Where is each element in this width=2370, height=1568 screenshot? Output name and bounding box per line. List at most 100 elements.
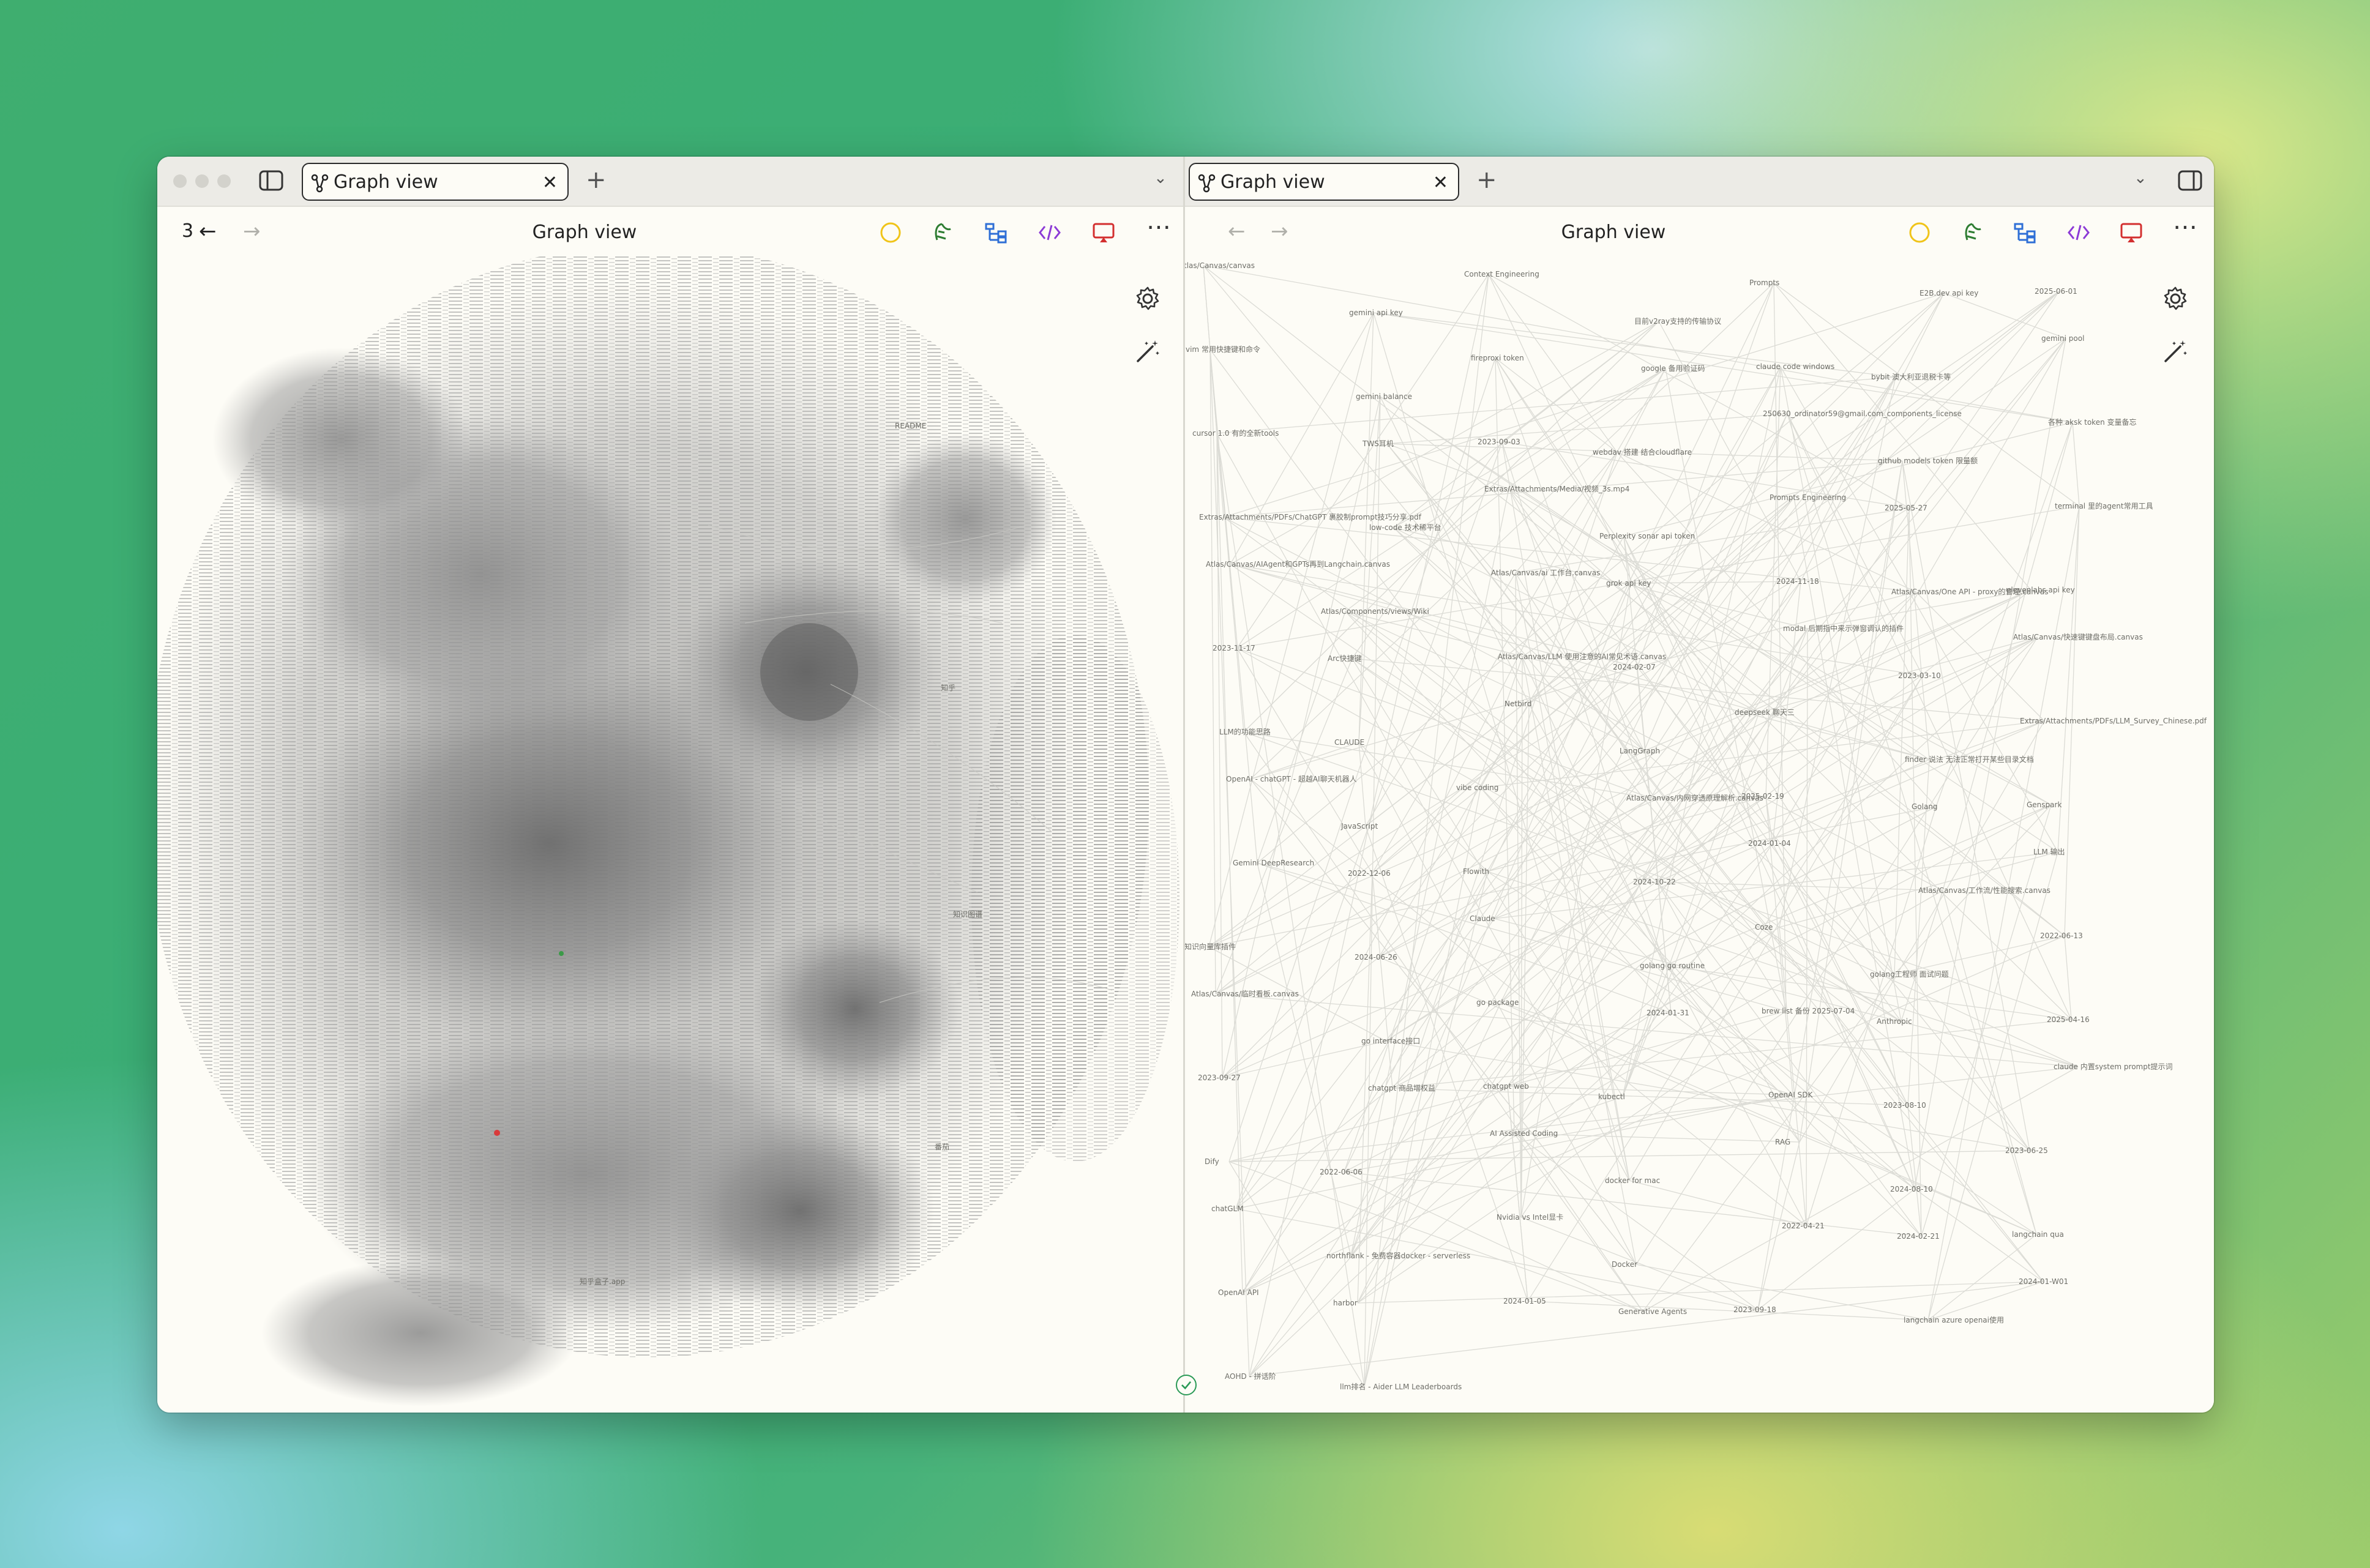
leaf-icon[interactable] — [930, 220, 954, 245]
graph-node-label[interactable]: JavaScript — [1340, 822, 1378, 831]
new-tab-button[interactable]: + — [586, 166, 607, 193]
sync-check-icon[interactable] — [1176, 1375, 1197, 1395]
graph-node-label[interactable]: 2023-09-27 — [1198, 1073, 1241, 1082]
graph-node-label[interactable]: bybit 澳大利亚退税卡等 — [1871, 373, 1951, 381]
graph-node-label[interactable]: OpenAI API — [1218, 1288, 1259, 1297]
graph-node-label[interactable]: OpenAI SDK — [1768, 1091, 1813, 1099]
magic-wand-icon[interactable] — [1134, 338, 1161, 365]
graph-node-label[interactable]: cursor 1.0 有的全新tools — [1192, 428, 1279, 438]
graph-node-label[interactable]: langchain qua — [2012, 1230, 2064, 1239]
graph-node-label[interactable]: 2024-02-07 — [1613, 663, 1656, 671]
graph-node-label[interactable]: claude code windows — [1756, 362, 1834, 371]
graph-node-label[interactable]: 2022-12-06 — [1348, 869, 1391, 878]
graph-node-label[interactable]: 2025-06-01 — [2035, 287, 2077, 296]
graph-node-label[interactable]: Genspark — [2027, 801, 2062, 809]
sun-icon[interactable] — [878, 220, 903, 245]
graph-node-label[interactable]: 2024-11-18 — [1776, 577, 1819, 586]
graph-node-label[interactable]: AOHD - 拼话阶 — [1225, 1372, 1276, 1381]
graph-node-label[interactable]: 2025-05-27 — [1885, 504, 1927, 512]
graph-node-label[interactable]: Golang — [1912, 802, 1938, 811]
graph-node-label[interactable]: AI Assisted Coding — [1490, 1129, 1558, 1138]
graph-node-label[interactable]: kubectl — [1598, 1092, 1625, 1101]
graph-node-label[interactable]: 2024-01-31 — [1647, 1009, 1689, 1017]
sun-icon[interactable] — [1907, 220, 1932, 245]
graph-node-label[interactable]: northflank - 免费容器docker - serverless — [1326, 1251, 1470, 1260]
graph-node-label[interactable]: 2024-01-05 — [1503, 1297, 1546, 1305]
graph-node-label[interactable]: RAG — [1775, 1138, 1790, 1146]
window-minimize-dot[interactable] — [195, 174, 209, 188]
graph-node-label[interactable]: webdav 搭建 结合cloudflare — [1593, 447, 1692, 457]
graph-node-label[interactable]: 2023-06-25 — [2005, 1146, 2048, 1155]
graph-node-label[interactable]: README — [895, 422, 926, 430]
graph-node-label[interactable]: low-code 技术稀平台 — [1369, 523, 1441, 532]
graph-node-label[interactable]: LLM的功能思路 — [1219, 727, 1271, 736]
graph-node-label[interactable]: Generative Agents — [1618, 1307, 1687, 1316]
graph-node-label[interactable]: 2024-02-21 — [1897, 1232, 1940, 1241]
graph-node-label[interactable]: elevenlabs api key — [2006, 586, 2075, 594]
graph-node-label[interactable]: brew list 备份 2025-07-04 — [1762, 1007, 1855, 1015]
graph-node-label[interactable]: Arc快捷键 — [1328, 654, 1361, 663]
graph-node-label[interactable]: 2024-01-04 — [1748, 839, 1791, 848]
graph-node-label[interactable]: chatgpt 商品增权益 — [1368, 1083, 1435, 1092]
graph-node-label[interactable]: CLAUDE — [1334, 738, 1364, 747]
graph-node-label[interactable]: 知乎 — [941, 684, 955, 692]
graph-node-label[interactable]: gemini api key — [1349, 308, 1403, 317]
tree-icon[interactable] — [984, 220, 1008, 245]
graph-node-label[interactable]: Prompts — [1749, 278, 1779, 287]
graph-node-label[interactable]: 2023-09-03 — [1478, 438, 1520, 446]
graph-node-label[interactable]: llm排名 - Aider LLM Leaderboards — [1340, 1382, 1462, 1391]
graph-node-label[interactable]: chatgpt web — [1483, 1082, 1529, 1091]
code-icon[interactable] — [1037, 220, 1062, 245]
graph-node-label[interactable]: 各种 aksk token 变量备忘 — [2048, 417, 2137, 427]
graph-node-label[interactable]: grok api key — [1606, 579, 1651, 588]
graph-node-label[interactable]: Flowith — [1463, 867, 1489, 876]
right-sidebar-toggle-icon[interactable] — [2178, 170, 2202, 191]
graph-node-label[interactable]: 2025-04-16 — [2047, 1015, 2090, 1024]
code-icon[interactable] — [2066, 220, 2091, 245]
graph-node-label[interactable]: Atlas/Canvas/快速键键盘布局.canvas — [2013, 632, 2143, 641]
graph-node-label[interactable]: Atlas/Canvas/临时看板.canvas — [1191, 990, 1299, 998]
graph-node-label[interactable]: finder 说法 无法正常打开某些目录文档 — [1905, 755, 2034, 764]
graph-node-label[interactable]: google 备用验证码 — [1641, 364, 1705, 373]
graph-node-label[interactable]: terminal 里的agent常用工具 — [2055, 501, 2153, 510]
graph-node-label[interactable]: Context Engineering — [1464, 270, 1539, 278]
graph-node-label[interactable]: 2024-10-22 — [1633, 878, 1676, 886]
graph-node-label[interactable]: TWS耳机 — [1362, 439, 1394, 448]
graph-node-label[interactable]: 知乎盒子.app — [580, 1277, 625, 1286]
tab-list-chevron-icon[interactable]: ⌄ — [1154, 169, 1167, 187]
graph-node-label[interactable]: Atlas/Canvas/ai 工作台.canvas — [1491, 568, 1600, 577]
more-options-button[interactable]: ⋯ — [2173, 213, 2199, 241]
graph-node-label[interactable]: Atlas/Components/views/Wiki — [1321, 607, 1429, 616]
graph-node-label[interactable]: 2024-08-10 — [1890, 1185, 1933, 1193]
graph-node-label[interactable]: 目前v2ray支持的传输协议 — [1634, 316, 1721, 326]
back-button[interactable]: ← — [199, 219, 217, 244]
graph-node-label[interactable]: 2022-06-13 — [2040, 931, 2083, 940]
forward-button[interactable]: → — [243, 219, 261, 244]
cast-icon[interactable] — [2119, 220, 2144, 245]
graph-node-label[interactable]: 知识向量库插件 — [1185, 942, 1236, 951]
graph-node-label[interactable]: Extras/Attachments/Media/视频_3s.mp4 — [1484, 484, 1629, 493]
graph-node-label[interactable]: 番茄 — [935, 1143, 949, 1151]
graph-node-label[interactable]: Atlas/Canvas/canvas — [1185, 261, 1255, 270]
cast-icon[interactable] — [1091, 220, 1116, 245]
graph-node-label[interactable]: Netbird — [1505, 700, 1531, 708]
graph-node-label[interactable]: deepseek 聊天三 — [1735, 708, 1795, 717]
tab-close-icon[interactable]: ✕ — [542, 173, 558, 193]
graph-node-label[interactable]: Claude — [1470, 914, 1495, 923]
tree-icon[interactable] — [2013, 220, 2037, 245]
graph-node-label[interactable]: vibe coding — [1456, 783, 1498, 792]
graph-node-label[interactable]: Extras/Attachments/PDFs/ChatGPT 裹胶制promp… — [1199, 512, 1422, 521]
graph-node-label[interactable]: 知识图谱 — [953, 910, 982, 919]
graph-node-label[interactable]: langchain azure openai使用 — [1904, 1315, 2004, 1324]
graph-node-label[interactable]: Atlas/Canvas/LLM 使用注意的AI常见术语.canvas — [1498, 652, 1666, 661]
sidebar-toggle-icon[interactable] — [259, 170, 283, 191]
graph-node-label[interactable]: harbor — [1333, 1299, 1358, 1307]
graph-node-label[interactable]: 250630_ordinator59@gmail.com_components_… — [1763, 409, 1962, 418]
leaf-icon[interactable] — [1960, 220, 1984, 245]
more-options-button[interactable]: ⋯ — [1146, 213, 1172, 241]
graph-node-label[interactable]: 2022-06-06 — [1320, 1168, 1363, 1176]
graph-node-label[interactable]: 2023-03-10 — [1898, 671, 1941, 680]
graph-node-label[interactable]: Prompts Engineering — [1770, 493, 1846, 502]
graph-node-label[interactable]: github models token 限量额 — [1878, 457, 1978, 465]
graph-node-label[interactable]: Gemini DeepResearch — [1233, 859, 1314, 867]
